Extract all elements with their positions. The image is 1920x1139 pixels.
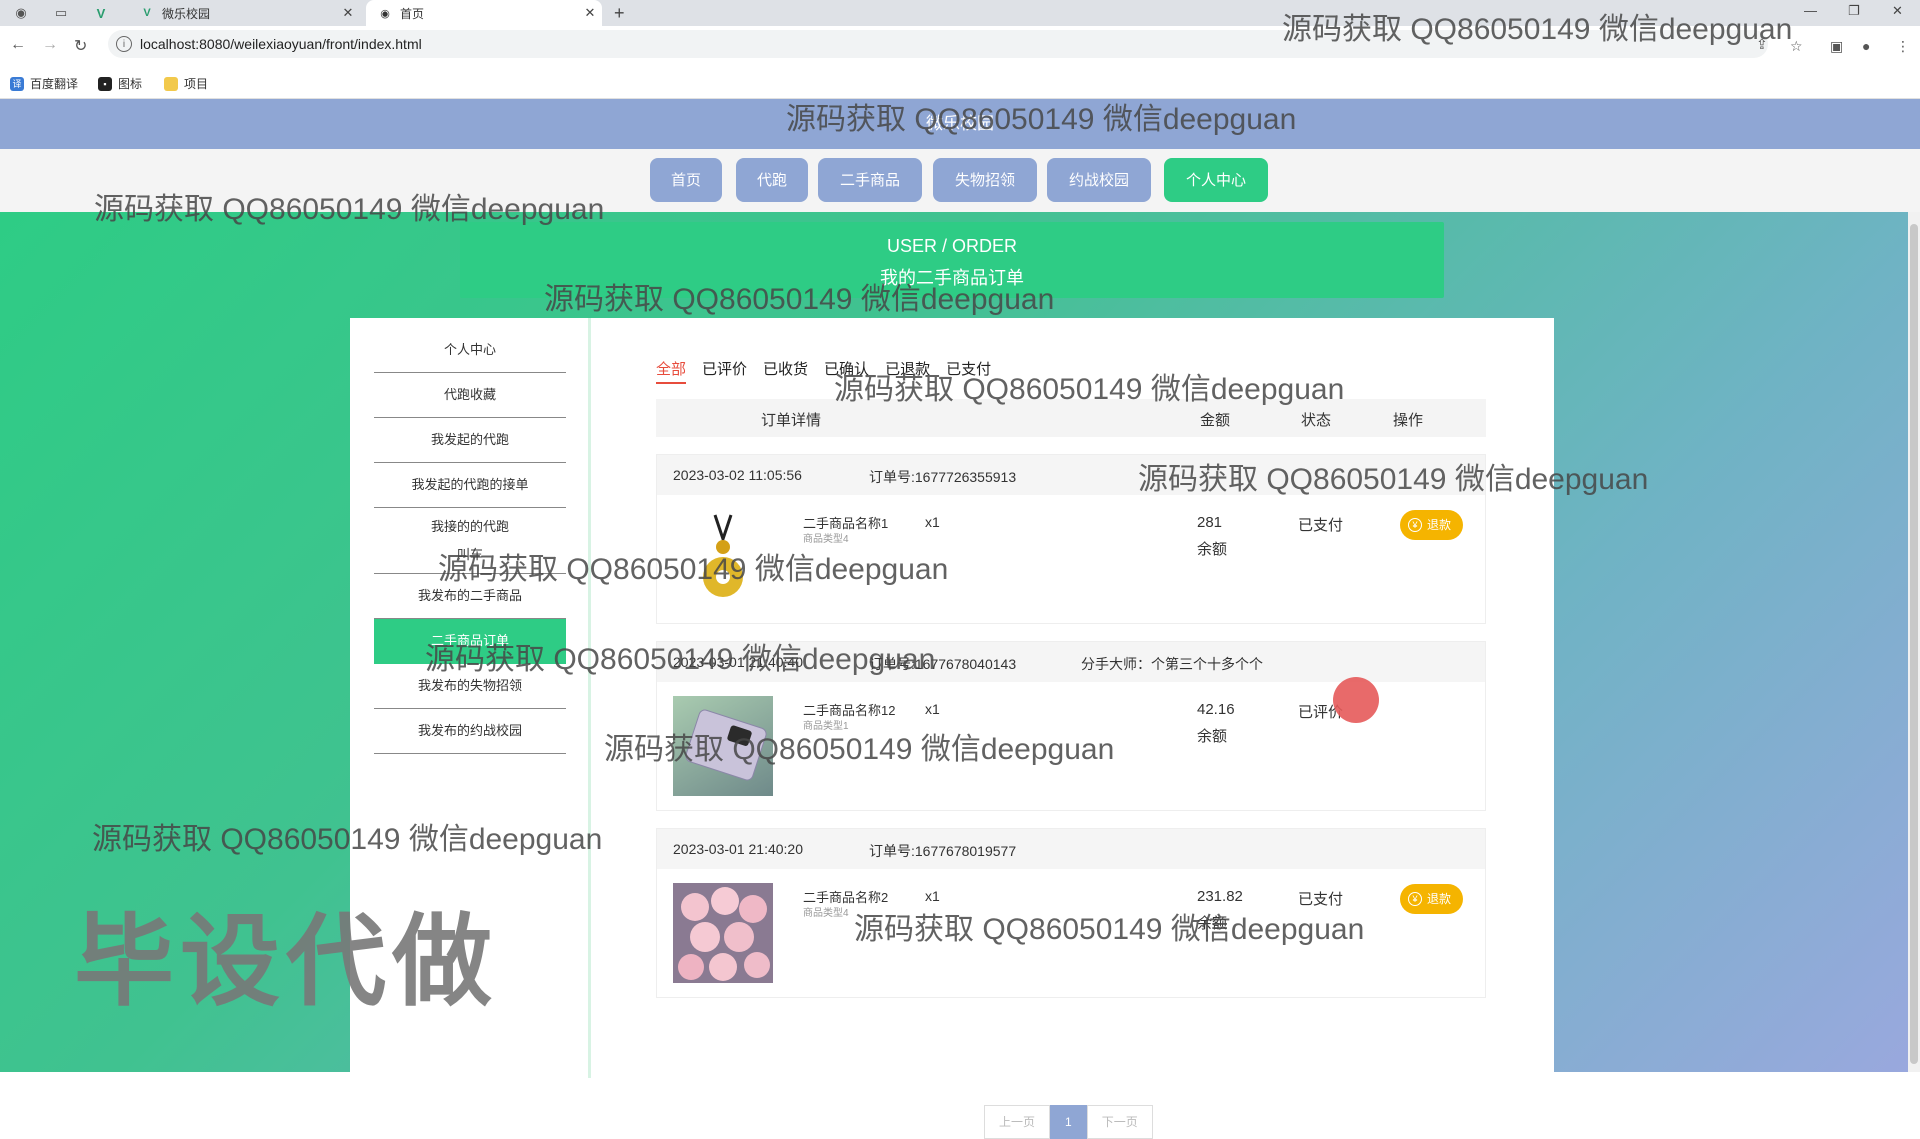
- product-image[interactable]: [673, 883, 773, 983]
- bookmark-label: 百度翻译: [30, 77, 79, 91]
- watermark-text: 源码获取 QQ86050149 微信deepguan: [854, 913, 1365, 946]
- product-quantity: x1: [925, 888, 940, 904]
- order-time: 2023-03-02 11:05:56: [673, 467, 802, 483]
- order-status: 已支付: [1298, 517, 1344, 534]
- payment-method: 余额: [1197, 541, 1228, 558]
- watermark-text: 源码获取 QQ86050149 微信deepguan: [92, 823, 603, 856]
- yen-icon: ¥: [1408, 892, 1422, 906]
- watermark-text: 源码获取 QQ86050149 微信deepguan: [834, 373, 1345, 406]
- watermark-text: 源码获取 QQ86050149 微信deepguan: [94, 193, 605, 226]
- prev-page-button[interactable]: 上一页: [984, 1105, 1051, 1139]
- next-page-button[interactable]: 下一页: [1086, 1105, 1153, 1139]
- tab-received[interactable]: 已收货: [763, 358, 808, 384]
- nav-lost-found[interactable]: 失物招领: [933, 158, 1037, 202]
- tab-title: 微乐校园: [162, 6, 211, 21]
- panel-divider: [588, 318, 591, 1078]
- page-scrollbar[interactable]: [1908, 212, 1920, 1072]
- blank-tab-icon[interactable]: ▭: [46, 0, 76, 26]
- nav-user-center[interactable]: 个人中心: [1164, 158, 1268, 202]
- product-quantity: x1: [925, 701, 940, 717]
- order-time: 2023-03-01 21:40:20: [673, 841, 803, 857]
- url-text[interactable]: localhost:8080/weilexiaoyuan/front/index…: [140, 36, 422, 52]
- user-sidebar: 个人中心 代跑收藏 我发起的代跑 我发起的代跑的接单 我接的的代跑 叫车 我发布…: [374, 328, 566, 754]
- globe-icon: ◉: [380, 7, 390, 20]
- scrollbar-thumb[interactable]: [1910, 224, 1918, 1064]
- bookmark-icons[interactable]: ▪ 图标: [98, 75, 142, 92]
- image-icon: ▪: [98, 76, 112, 91]
- page-number-button[interactable]: 1: [1050, 1105, 1087, 1139]
- watermark-text: 源码获取 QQ86050149 微信deepguan: [544, 283, 1055, 316]
- sidebar-item-errand-favorites[interactable]: 代跑收藏: [374, 373, 566, 418]
- header-amount: 金额: [1200, 412, 1231, 429]
- pagination: 上一页 1 下一页: [984, 1105, 1153, 1139]
- close-icon[interactable]: ✕: [578, 5, 602, 21]
- sidebar-item-errand-accepts[interactable]: 我发起的代跑的接单: [374, 463, 566, 508]
- order-header: 2023-03-01 21:40:20 订单号:1677678019577: [657, 829, 1485, 869]
- close-window-icon[interactable]: ✕: [1892, 0, 1903, 22]
- back-arrow-icon[interactable]: ←: [10, 36, 26, 54]
- sidebar-item-user-center[interactable]: 个人中心: [374, 328, 566, 373]
- refund-button[interactable]: ¥ 退款: [1400, 510, 1464, 540]
- restore-icon[interactable]: ❐: [1848, 0, 1860, 22]
- order-amount: 42.16: [1197, 701, 1235, 718]
- banner-title-en: USER / ORDER: [886, 236, 1018, 256]
- refund-button[interactable]: ¥ 退款: [1400, 884, 1464, 914]
- cursor-highlight: [1333, 677, 1379, 723]
- watermark-text: 源码获取 QQ86050149 微信deepguan: [438, 553, 949, 586]
- order-number: 订单号:1677678019577: [869, 843, 1017, 859]
- sidebar-item-my-challenges[interactable]: 我发布的约战校园: [374, 709, 566, 754]
- header-order-detail: 订单详情: [761, 412, 822, 429]
- refund-label: 退款: [1427, 518, 1452, 532]
- folder-icon: [164, 76, 178, 91]
- tab-title: 首页: [400, 6, 425, 21]
- watermark-text: 源码获取 QQ86050149 微信deepguan: [1282, 13, 1793, 46]
- profile-icon[interactable]: ●: [1862, 38, 1870, 54]
- watermark-text: 源码获取 QQ86050149 微信deepguan: [1138, 463, 1649, 496]
- bookmark-baidu-translate[interactable]: 译 百度翻译: [10, 75, 78, 92]
- order-number: 订单号:1677726355913: [869, 469, 1017, 485]
- header-status: 状态: [1301, 412, 1332, 429]
- nav-challenge[interactable]: 约战校园: [1047, 158, 1151, 202]
- bookmark-label: 图标: [118, 77, 143, 91]
- globe-icon[interactable]: ◉: [6, 0, 36, 26]
- watermark-text: 源码获取 QQ86050149 微信deepguan: [604, 733, 1115, 766]
- bookmark-folder-project[interactable]: 项目: [164, 75, 208, 92]
- big-watermark: 毕设代做: [74, 906, 498, 1018]
- payment-method: 余额: [1197, 728, 1228, 745]
- browser-tab-inactive[interactable]: V 微乐校园 ✕: [128, 0, 360, 26]
- order-amount: 281: [1197, 514, 1223, 531]
- roses-image: [678, 887, 770, 981]
- sidepanel-icon[interactable]: ▣: [1830, 38, 1843, 55]
- product-quantity: x1: [925, 514, 940, 530]
- sidebar-item-my-errands[interactable]: 我发起的代跑: [374, 418, 566, 463]
- yen-icon: ¥: [1408, 518, 1422, 532]
- nav-errand[interactable]: 代跑: [736, 158, 808, 202]
- tab-all[interactable]: 全部: [656, 358, 687, 384]
- bookmark-label: 项目: [184, 77, 209, 91]
- watermark-text: 源码获取 QQ86050149 微信deepguan: [425, 643, 936, 676]
- order-note: 分手大师：个第三个十多个个: [1081, 656, 1263, 672]
- header-action: 操作: [1393, 412, 1424, 429]
- refund-label: 退款: [1427, 892, 1452, 906]
- order-amount: 231.82: [1197, 888, 1243, 905]
- reload-icon[interactable]: ↻: [74, 36, 87, 56]
- product-type: 商品类型4: [803, 534, 849, 545]
- translate-icon: 译: [10, 76, 24, 91]
- sidebar-item-label: 我接的的代跑: [430, 519, 509, 534]
- close-icon[interactable]: ✕: [336, 5, 360, 21]
- forward-arrow-icon[interactable]: →: [42, 36, 58, 54]
- watermark-text: 源码获取 QQ86050149 微信deepguan: [786, 103, 1297, 136]
- nav-secondhand[interactable]: 二手商品: [818, 158, 922, 202]
- vue-logo-icon: V: [143, 7, 151, 19]
- product-type: 商品类型4: [803, 908, 849, 919]
- tab-reviewed[interactable]: 已评价: [702, 358, 747, 384]
- new-tab-button[interactable]: +: [614, 0, 625, 26]
- info-icon[interactable]: i: [116, 36, 132, 52]
- nav-home[interactable]: 首页: [650, 158, 722, 202]
- vue-logo-icon[interactable]: V: [86, 0, 116, 26]
- minimize-icon[interactable]: —: [1804, 0, 1817, 22]
- browser-tab-active[interactable]: ◉ 首页 ✕: [366, 0, 602, 26]
- menu-icon[interactable]: ⋮: [1896, 38, 1910, 55]
